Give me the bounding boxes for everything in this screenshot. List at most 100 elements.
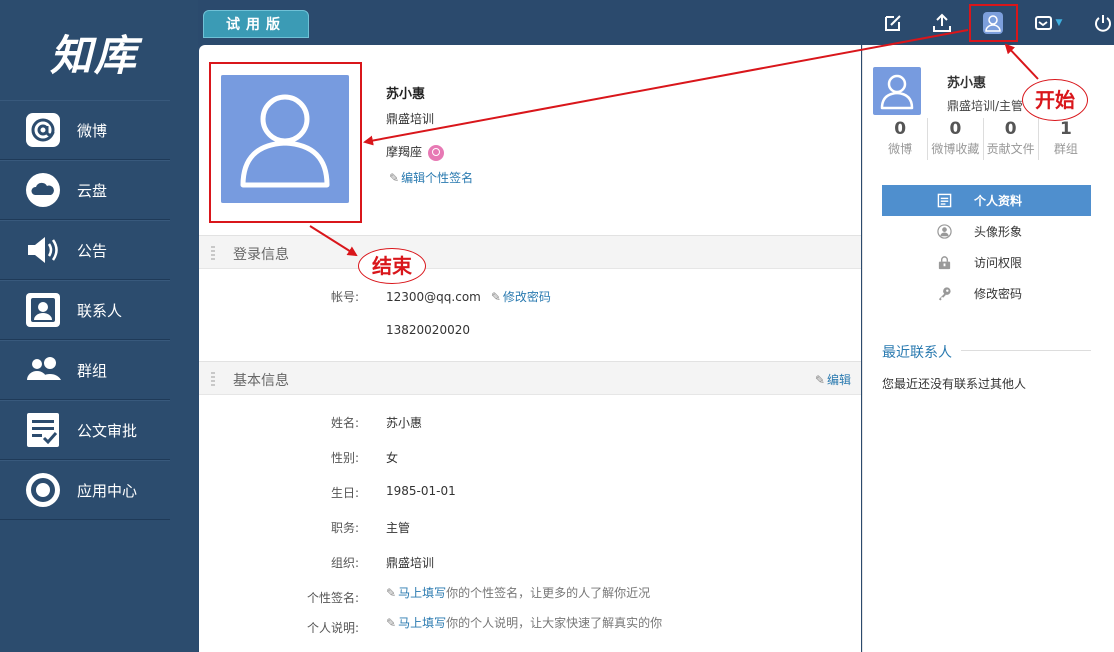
change-password-link[interactable]: ✎ 修改密码 <box>491 290 551 304</box>
organization-label: 组织: <box>330 556 359 570</box>
recent-contacts-title: 最近联系人 <box>882 345 952 361</box>
pencil-icon: ✎ <box>386 586 397 600</box>
cloud-icon <box>25 172 61 208</box>
stat-label: 群组 <box>1053 142 1078 156</box>
app-logo: 知库 <box>50 31 139 80</box>
divider <box>961 350 1091 351</box>
signature-hint: 你的个性签名，让更多的人了解你近况 <box>446 586 651 600</box>
checklist-icon <box>25 412 61 448</box>
gender-value: 女 <box>386 451 399 465</box>
mail-icon[interactable]: ▼ <box>1031 10 1065 36</box>
menu-avatar[interactable]: 头像形象 <box>882 216 1091 247</box>
fill-signature-link[interactable]: 马上填写 <box>398 586 446 600</box>
annotation-box-avatar <box>209 62 362 223</box>
login-info-header: 登录信息 <box>199 235 861 269</box>
trial-version-tab[interactable]: 试用版 <box>203 10 309 38</box>
annotation-box-user-icon <box>969 4 1018 42</box>
stats-row: 0 微博 0 微博收藏 0 贡献文件 1 群组 <box>873 118 1093 160</box>
menu-access[interactable]: 访问权限 <box>882 247 1091 278</box>
stat-groups[interactable]: 1 群组 <box>1039 118 1093 160</box>
account-value: 12300@qq.com ✎ 修改密码 <box>386 288 551 305</box>
key-icon <box>936 286 952 302</box>
edit-signature-label: 编辑个性签名 <box>401 171 474 185</box>
stat-label: 微博收藏 <box>931 142 980 156</box>
drag-handle-icon[interactable] <box>211 246 215 260</box>
profile-zodiac: 摩羯座 <box>386 143 445 161</box>
stat-label: 微博 <box>888 142 913 156</box>
nav-label: 公告 <box>77 241 108 260</box>
nav-item-approval[interactable]: 公文审批 <box>0 400 170 460</box>
organization-value: 鼎盛培训 <box>386 556 435 570</box>
nav-item-notice[interactable]: 公告 <box>0 220 170 280</box>
upload-icon[interactable] <box>929 10 955 36</box>
user-summary-panel: 苏小惠 鼎盛培训/主管 0 微博 0 微博收藏 0 贡献文件 1 群组 个人资料 头像形… <box>862 45 1114 652</box>
compose-icon[interactable] <box>880 10 906 36</box>
nav-label: 公文审批 <box>77 421 138 440</box>
name-label: 姓名: <box>330 416 359 430</box>
menu-label: 访问权限 <box>974 256 1023 270</box>
profile-name: 苏小惠 <box>386 87 426 102</box>
group-icon <box>25 352 61 388</box>
stat-label: 贡献文件 <box>986 142 1035 156</box>
nav-item-weibo[interactable]: 微博 <box>0 100 170 160</box>
phone-value: 13820020020 <box>386 323 470 337</box>
annotation-end: 结束 <box>358 248 426 284</box>
at-icon <box>25 112 61 148</box>
menu-label: 修改密码 <box>974 287 1023 301</box>
stat-count: 0 <box>949 119 962 139</box>
summary-avatar[interactable] <box>873 67 921 115</box>
chevron-down-icon: ▼ <box>1055 18 1063 28</box>
nav-label: 微博 <box>77 121 108 140</box>
birthday-label: 生日: <box>330 486 359 500</box>
profile-menu: 个人资料 头像形象 访问权限 修改密码 <box>882 185 1091 309</box>
intro-hint: 你的个人说明，让大家快速了解真实的你 <box>446 616 663 630</box>
account-label: 帐号: <box>330 290 359 304</box>
menu-label: 个人资料 <box>974 194 1023 208</box>
zodiac-text: 摩羯座 <box>386 145 423 159</box>
menu-profile[interactable]: 个人资料 <box>882 185 1091 216</box>
signature-value: ✎ 马上填写你的个性签名，让更多的人了解你近况 <box>386 584 650 601</box>
summary-org: 鼎盛培训/主管 <box>947 99 1024 113</box>
menu-label: 头像形象 <box>974 225 1023 239</box>
pencil-icon: ✎ <box>814 373 825 387</box>
profile-doc-icon <box>936 193 952 209</box>
intro-label: 个人说明: <box>306 621 359 635</box>
drag-handle-icon[interactable] <box>211 372 215 386</box>
sidebar: 知库 微博 云盘 公告 联系人 群组 公文审批 应用中心 <box>0 0 198 652</box>
edit-label: 编辑 <box>826 373 851 387</box>
edit-signature-link[interactable]: ✎ 编辑个性签名 <box>389 169 473 186</box>
contact-card-icon <box>25 292 61 328</box>
gender-label: 性别: <box>330 451 359 465</box>
person-icon <box>880 74 914 110</box>
signature-label: 个性签名: <box>306 591 359 605</box>
power-icon[interactable] <box>1090 10 1114 36</box>
section-title: 基本信息 <box>233 373 289 389</box>
nav-item-cloud[interactable]: 云盘 <box>0 160 170 220</box>
main-nav: 微博 云盘 公告 联系人 群组 公文审批 应用中心 <box>0 100 170 520</box>
avatar-icon <box>936 224 952 240</box>
pencil-icon: ✎ <box>490 290 501 304</box>
summary-name: 苏小惠 <box>947 76 987 91</box>
edit-basic-info-button[interactable]: ✎ 编辑 <box>815 371 851 388</box>
menu-password[interactable]: 修改密码 <box>882 278 1091 309</box>
basic-info-header: 基本信息 ✎ 编辑 <box>199 361 861 395</box>
annotation-start: 开始 <box>1022 79 1088 121</box>
female-icon <box>428 144 445 161</box>
section-title: 登录信息 <box>233 247 289 263</box>
position-label: 职务: <box>330 521 359 535</box>
profile-org: 鼎盛培训 <box>386 112 435 126</box>
nav-label: 联系人 <box>77 301 123 320</box>
nav-item-groups[interactable]: 群组 <box>0 340 170 400</box>
pencil-icon: ✎ <box>386 616 397 630</box>
recent-contacts-empty: 您最近还没有联系过其他人 <box>882 377 1027 391</box>
account-email: 12300@qq.com <box>386 290 481 304</box>
fill-intro-link[interactable]: 马上填写 <box>398 616 446 630</box>
nav-label: 云盘 <box>77 181 108 200</box>
stat-files[interactable]: 0 贡献文件 <box>984 118 1039 160</box>
nav-label: 群组 <box>77 361 108 380</box>
stat-weibo[interactable]: 0 微博 <box>873 118 929 160</box>
stat-favorites[interactable]: 0 微博收藏 <box>928 118 984 160</box>
nav-item-contacts[interactable]: 联系人 <box>0 280 170 340</box>
nav-label: 应用中心 <box>77 481 138 500</box>
nav-item-apps[interactable]: 应用中心 <box>0 460 170 520</box>
